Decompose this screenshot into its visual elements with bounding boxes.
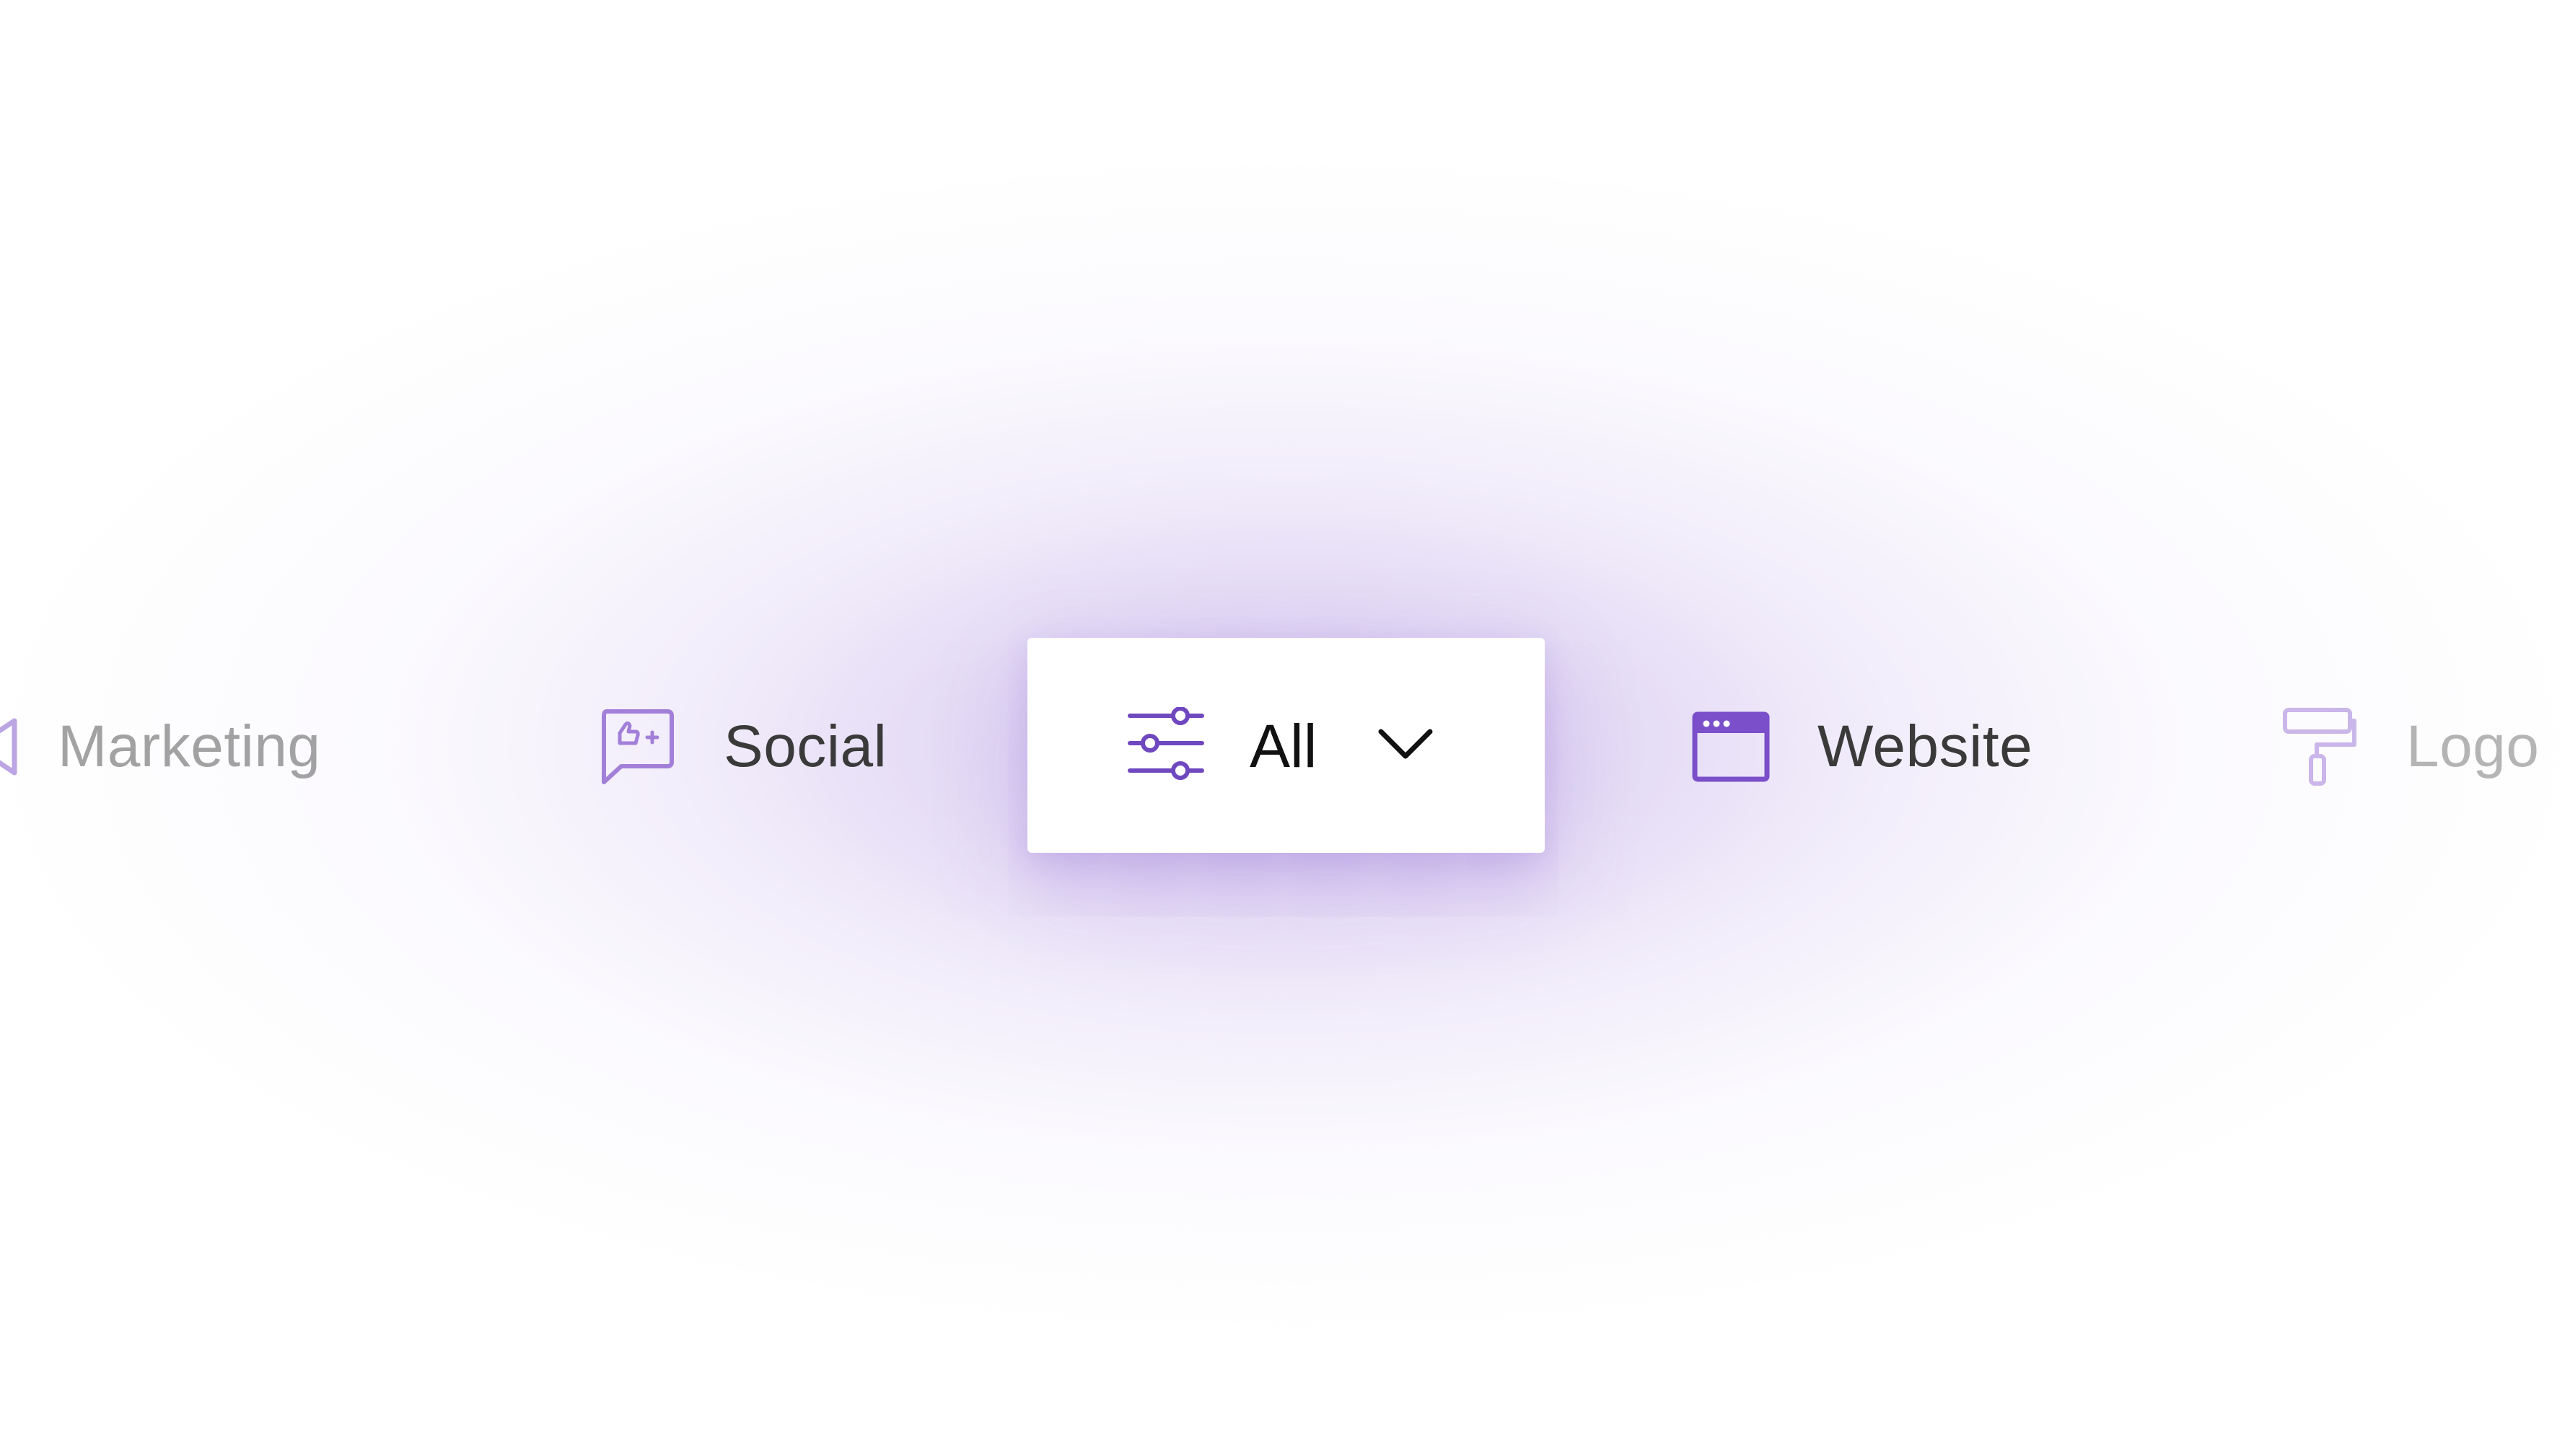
dropdown-selected-label: All bbox=[1250, 712, 1317, 780]
category-website[interactable]: Website bbox=[1692, 703, 2032, 790]
browser-window-icon bbox=[1692, 711, 1770, 782]
paint-roller-icon bbox=[2283, 708, 2356, 786]
category-marketing[interactable]: Marketing bbox=[0, 703, 321, 790]
category-label-marketing: Marketing bbox=[58, 714, 321, 779]
category-label-logo: Logo bbox=[2406, 714, 2540, 779]
megaphone-icon bbox=[0, 718, 17, 776]
category-label-social: Social bbox=[724, 714, 887, 779]
chevron-down-icon bbox=[1378, 729, 1433, 759]
category-social[interactable]: Social bbox=[598, 703, 887, 790]
speech-bubble-thumbs-up-icon bbox=[602, 709, 674, 784]
category-logo[interactable]: Logo bbox=[2282, 703, 2539, 790]
category-filter-dropdown[interactable]: All bbox=[1027, 638, 1545, 853]
category-label-website: Website bbox=[1817, 714, 2033, 779]
sliders-filter-icon bbox=[1128, 707, 1204, 780]
